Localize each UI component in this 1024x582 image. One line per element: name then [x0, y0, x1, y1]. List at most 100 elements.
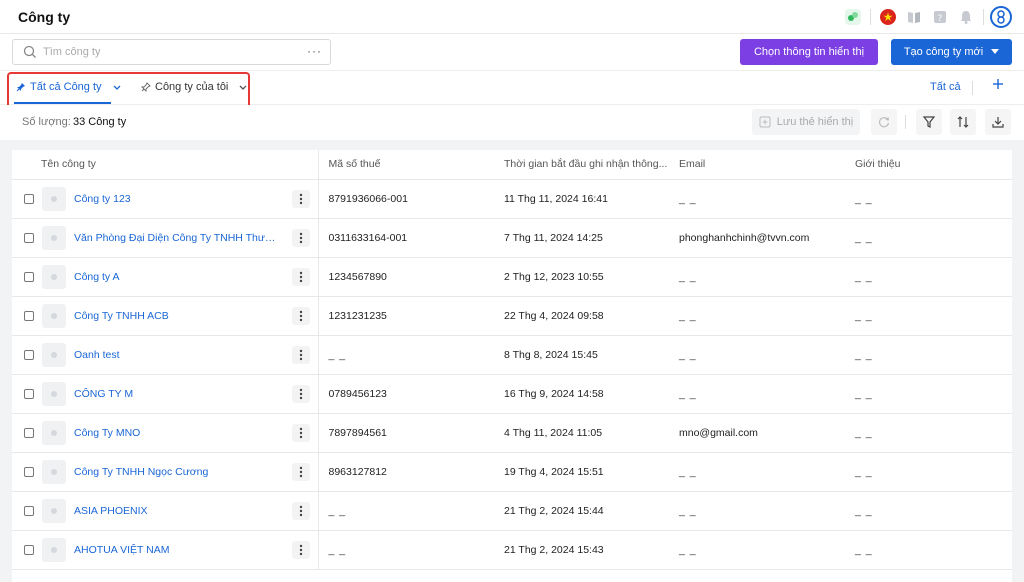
row-more-button[interactable]	[291, 228, 310, 247]
add-tab-button[interactable]	[992, 77, 1004, 95]
company-name-link[interactable]: Công Ty TNHH Ngọc Cương	[74, 466, 282, 478]
bell-icon[interactable]	[953, 4, 979, 30]
email-cell: _ _	[669, 296, 845, 336]
column-header-intro[interactable]: Giới thiệu	[845, 150, 1012, 180]
company-name-link[interactable]: Oanh test	[74, 349, 282, 361]
row-checkbox[interactable]	[24, 544, 34, 555]
view-all-tabs-link[interactable]: Tất cả	[930, 81, 961, 93]
table-row[interactable]: CÔNG TY M 0789456123 16 Thg 9, 2024 14:5…	[12, 374, 1012, 414]
row-more-button[interactable]	[291, 540, 310, 559]
refresh-button[interactable]	[871, 109, 897, 135]
company-name-link[interactable]: Công ty A	[74, 271, 282, 283]
help-icon[interactable]: ?	[927, 4, 953, 30]
table-row[interactable]: Công Ty TNHH Ngọc Cương 8963127812 19 Th…	[12, 452, 1012, 492]
company-placeholder-icon	[51, 429, 57, 436]
row-checkbox[interactable]	[24, 193, 34, 204]
company-name-link[interactable]: AHOTUA VIỆT NAM	[74, 544, 282, 556]
refresh-icon	[878, 117, 890, 128]
user-avatar[interactable]	[988, 4, 1014, 30]
company-name-cell: Oanh test	[23, 336, 317, 374]
svg-text:?: ?	[938, 14, 943, 24]
intro-cell: _ _	[845, 374, 1012, 414]
tab-my-companies[interactable]: Công ty của tôi	[141, 81, 248, 93]
row-more-button[interactable]	[291, 423, 310, 442]
company-name-link[interactable]: Văn Phòng Đại Diện Công Ty TNHH Thươn...	[74, 232, 282, 244]
row-checkbox[interactable]	[24, 310, 34, 321]
save-view-button[interactable]: Lưu thẻ hiển thị	[752, 109, 860, 135]
page-title: Công ty	[18, 9, 71, 25]
row-checkbox[interactable]	[24, 388, 34, 399]
row-more-button[interactable]	[291, 267, 310, 286]
row-more-button[interactable]	[291, 306, 310, 325]
tax-code-cell: _ _	[318, 491, 494, 531]
create-company-button[interactable]: Tạo công ty mới	[891, 39, 1012, 65]
save-view-label: Lưu thẻ hiển thị	[776, 116, 854, 128]
column-header-email[interactable]: Email	[669, 150, 845, 180]
intro-cell: _ _	[845, 452, 1012, 492]
row-more-button[interactable]	[291, 345, 310, 364]
pin-icon	[16, 83, 25, 92]
search-icon	[23, 45, 36, 58]
column-header-time[interactable]: Thời gian bắt đầu ghi nhận thông...	[494, 150, 669, 180]
intro-cell: _ _	[845, 413, 1012, 453]
row-checkbox[interactable]	[24, 466, 34, 477]
more-vertical-icon	[299, 388, 302, 399]
row-checkbox[interactable]	[24, 427, 34, 438]
filter-button[interactable]	[916, 109, 942, 135]
app-switch-icon[interactable]	[840, 4, 866, 30]
row-checkbox[interactable]	[24, 232, 34, 243]
company-name-link[interactable]: Công Ty TNHH ACB	[74, 310, 282, 322]
intro-cell: _ _	[845, 218, 1012, 258]
search-input[interactable]	[43, 44, 293, 60]
company-name-link[interactable]: Công Ty MNO	[74, 427, 282, 439]
row-more-button[interactable]	[291, 462, 310, 481]
summary-toolbar: Số lượng: 33 Công ty Lưu thẻ hiển thị	[0, 105, 1024, 140]
sort-button[interactable]	[950, 109, 976, 135]
table-row[interactable]: Công Ty TNHH ACB 1231231235 22 Thg 4, 20…	[12, 296, 1012, 336]
pin-outline-icon	[141, 82, 151, 92]
start-time-cell: 16 Thg 9, 2024 14:58	[494, 374, 669, 414]
row-more-button[interactable]	[291, 189, 310, 208]
vietnam-flag-icon[interactable]	[875, 4, 901, 30]
divider	[870, 9, 871, 25]
book-icon[interactable]	[901, 4, 927, 30]
table-row[interactable]: AHOTUA VIỆT NAM _ _ 21 Thg 2, 2024 15:43…	[12, 530, 1012, 570]
search-options-button[interactable]: ···	[307, 44, 322, 58]
table-row[interactable]: ASIA PHOENIX _ _ 21 Thg 2, 2024 15:44 _ …	[12, 491, 1012, 531]
filter-icon	[922, 116, 936, 128]
table-row[interactable]: Oanh test _ _ 8 Thg 8, 2024 15:45 _ _ _ …	[12, 335, 1012, 375]
start-time-cell: 4 Thg 11, 2024 11:05	[494, 413, 669, 453]
row-more-button[interactable]	[291, 501, 310, 520]
user-icon	[990, 6, 1012, 28]
company-logo	[42, 186, 66, 211]
column-header-tax[interactable]: Mã số thuế	[318, 150, 494, 180]
row-checkbox[interactable]	[24, 349, 34, 360]
choose-display-info-button[interactable]: Chọn thông tin hiển thị	[740, 39, 878, 65]
company-name-link[interactable]: CÔNG TY M	[74, 388, 282, 400]
more-vertical-icon	[299, 349, 302, 360]
table-row[interactable]: Văn Phòng Đại Diện Công Ty TNHH Thươn...…	[12, 218, 1012, 258]
table-body: Công ty 123 8791936066-001 11 Thg 11, 20…	[12, 179, 1012, 570]
row-checkbox[interactable]	[24, 505, 34, 516]
company-name-link[interactable]: ASIA PHOENIX	[74, 505, 282, 517]
top-bar: Công ty ?	[0, 0, 1024, 34]
tax-code-cell: 1231231235	[318, 296, 494, 336]
tab-all-companies[interactable]: Tất cả Công ty	[16, 81, 122, 93]
more-vertical-icon	[299, 193, 302, 204]
table-row[interactable]: Công Ty MNO 7897894561 4 Thg 11, 2024 11…	[12, 413, 1012, 453]
tax-code-cell: 0789456123	[318, 374, 494, 414]
row-checkbox[interactable]	[24, 271, 34, 282]
company-logo	[42, 264, 66, 289]
column-header-name[interactable]: Tên công ty	[12, 150, 319, 180]
row-more-button[interactable]	[291, 384, 310, 403]
company-name-link[interactable]: Công ty 123	[74, 193, 282, 205]
tax-code-cell: 1234567890	[318, 257, 494, 297]
table-row[interactable]: Công ty 123 8791936066-001 11 Thg 11, 20…	[12, 179, 1012, 219]
download-button[interactable]	[985, 109, 1011, 135]
start-time-cell: 21 Thg 2, 2024 15:44	[494, 491, 669, 531]
company-name-cell: Văn Phòng Đại Diện Công Ty TNHH Thươn...	[23, 219, 317, 257]
intro-cell: _ _	[845, 257, 1012, 297]
table-row[interactable]: Công ty A 1234567890 2 Thg 12, 2023 10:5…	[12, 257, 1012, 297]
search-box[interactable]: ···	[12, 39, 331, 65]
company-placeholder-icon	[51, 351, 57, 358]
